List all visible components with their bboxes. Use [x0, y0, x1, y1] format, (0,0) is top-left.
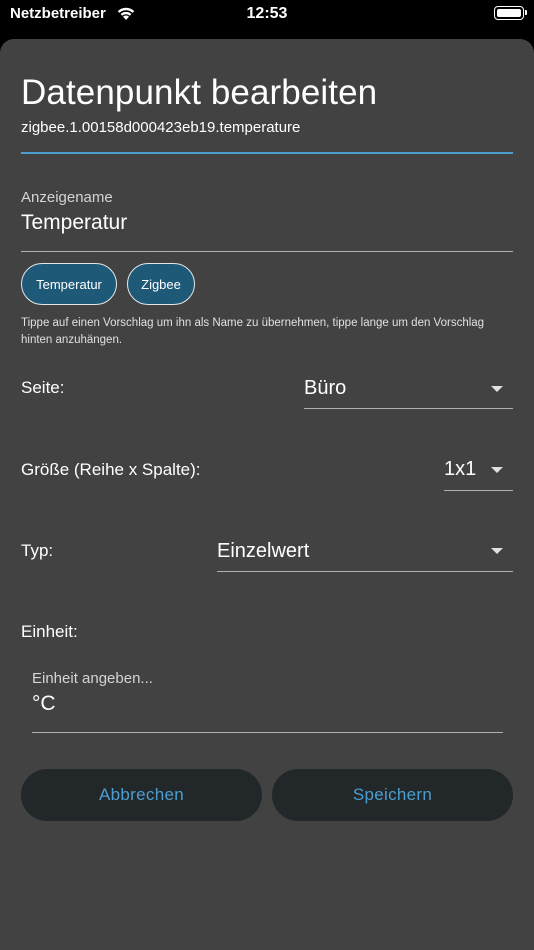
- type-select-underline: [217, 571, 513, 573]
- title-divider: [21, 152, 513, 154]
- size-select-value: 1x1: [444, 458, 477, 480]
- unit-input[interactable]: °C: [32, 692, 56, 716]
- size-dropdown-arrow-icon: [491, 467, 503, 473]
- battery-icon: [494, 6, 527, 20]
- dialog-title: Datenpunkt bearbeiten: [21, 73, 378, 112]
- edit-datapoint-sheet: Datenpunkt bearbeiten zigbee.1.00158d000…: [0, 39, 534, 950]
- page-select-underline: [304, 408, 513, 410]
- datapoint-id: zigbee.1.00158d000423eb19.temperature: [21, 119, 301, 136]
- type-select-value: Einzelwert: [217, 540, 310, 562]
- size-label: Größe (Reihe x Spalte):: [21, 460, 201, 479]
- page-dropdown-arrow-icon: [491, 386, 503, 392]
- display-name-underline: [21, 251, 513, 253]
- type-label: Typ:: [21, 541, 54, 560]
- status-bar: Netzbetreiber 12:53: [0, 0, 534, 30]
- display-name-input[interactable]: Temperatur: [21, 211, 127, 235]
- suggestion-chip-zigbee[interactable]: Zigbee: [127, 263, 195, 305]
- unit-field-label: Einheit angeben...: [32, 670, 153, 687]
- unit-label: Einheit:: [21, 622, 78, 641]
- page-select-value: Büro: [304, 377, 347, 399]
- suggestion-hint: Tippe auf einen Vorschlag um ihn als Nam…: [21, 317, 485, 346]
- unit-underline: [32, 732, 503, 734]
- save-button[interactable]: Speichern: [272, 769, 513, 821]
- display-name-label: Anzeigename: [21, 189, 113, 206]
- suggestion-chip-temperatur[interactable]: Temperatur: [21, 263, 117, 305]
- cancel-button[interactable]: Abbrechen: [21, 769, 262, 821]
- size-select-underline: [444, 490, 513, 492]
- type-dropdown-arrow-icon: [491, 548, 503, 554]
- page-label: Seite:: [21, 378, 65, 397]
- clock: 12:53: [246, 5, 288, 22]
